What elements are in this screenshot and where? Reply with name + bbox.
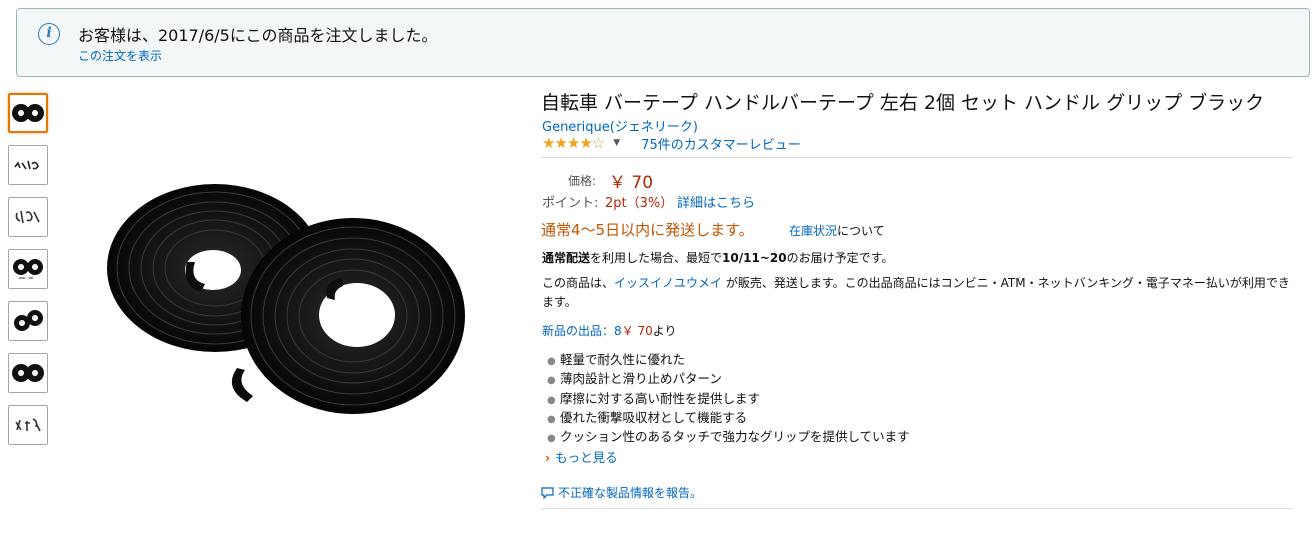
comment-icon [541,486,554,499]
seller-link[interactable]: イッスイノユウメイ [614,276,722,290]
points-details-link[interactable]: 詳細はこちら [677,192,755,211]
list-item: ● 摩擦に対する高い耐性を提供します [547,390,761,406]
delivery-mid: を利用した場合、最短で [590,251,723,265]
shipping-time: 通常4～5日以内に発送します。 [541,221,754,239]
seller-info: この商品は、イッスイノユウメイ が販売、発送します。この出品商品にはコンビニ・A… [542,274,1294,312]
thumbnail-3[interactable] [8,197,48,237]
points-label: ポイント: [542,196,599,211]
report-label: 不正確な製品情報を報告。 [558,486,703,500]
new-offers-price: ￥ 70 [621,324,653,338]
thumbnail-1[interactable] [8,93,48,133]
price-label: 価格: [568,174,597,188]
brand-link[interactable]: Generique(ジェネリーク) [542,116,698,135]
list-item: ● 軽量で耐久性に優れた [547,352,686,367]
chevron-right-icon: › [545,450,551,465]
stock-note: 在庫状況について [789,222,885,239]
main-product-image[interactable] [95,170,475,440]
list-item: ● 薄肉設計と滑り止めパターン [547,371,722,387]
info-icon: i [38,23,60,45]
new-offers: 新品の出品：8￥ 70より [542,322,677,339]
product-title: 自転車 バーテープ ハンドルバーテープ 左右 2個 セット ハンドル グリップ … [541,92,1265,114]
list-item: ● 優れた衝撃吸収材として機能する [547,409,748,425]
delivery-dates: 10/11~20 [722,251,787,265]
price-value: ￥ 70 [609,173,654,193]
list-item: ● クッション性のあるタッチで強力なグリップを提供しています [547,429,910,445]
delivery-method: 通常配送 [542,251,591,265]
feature-bullets: ● 軽量で耐久性に優れた ● 薄肉設計と滑り止めパターン ● 摩擦に対する高い耐性を提… [547,350,910,446]
thumbnail-7[interactable] [8,405,48,445]
see-more-label: もっと見る [555,450,618,465]
see-more-link[interactable]: › もっと見る [545,447,618,466]
thumbnail-2[interactable] [8,145,48,185]
stock-suffix: について [837,224,885,238]
order-notice-message: お客様は、2017/6/5にこの商品を注文しました。 [78,26,438,45]
divider [541,157,1293,158]
view-order-link[interactable]: この注文を表示 [78,47,162,64]
thumbnail-4[interactable] [8,249,48,289]
stock-status-link[interactable]: 在庫状況 [789,224,837,238]
chevron-down-icon[interactable]: ▼ [613,138,620,148]
seller-prefix: この商品は、 [542,276,615,290]
report-link[interactable]: 不正確な製品情報を報告。 [541,484,702,501]
star-rating[interactable]: ★★★★☆ [542,134,605,152]
new-offers-suffix: より [652,324,677,338]
order-notice-banner: i お客様は、2017/6/5にこの商品を注文しました。 この注文を表示 [16,8,1310,77]
reviews-link[interactable]: 75件のカスタマーレビュー [641,134,801,153]
delivery-estimate: 通常配送を利用した場合、最短で10/11~20のお届け予定です。 [542,249,893,266]
rating-row: ★★★★☆ ▼ 75件のカスタマーレビュー [542,134,801,153]
divider [541,508,1293,509]
thumbnail-6[interactable] [8,353,48,393]
thumbnail-5[interactable] [8,301,48,341]
delivery-suffix: のお届け予定です。 [786,251,894,265]
new-offers-link[interactable]: 新品の出品：8 [542,324,622,338]
points-value: 2pt（3%） [605,196,674,211]
